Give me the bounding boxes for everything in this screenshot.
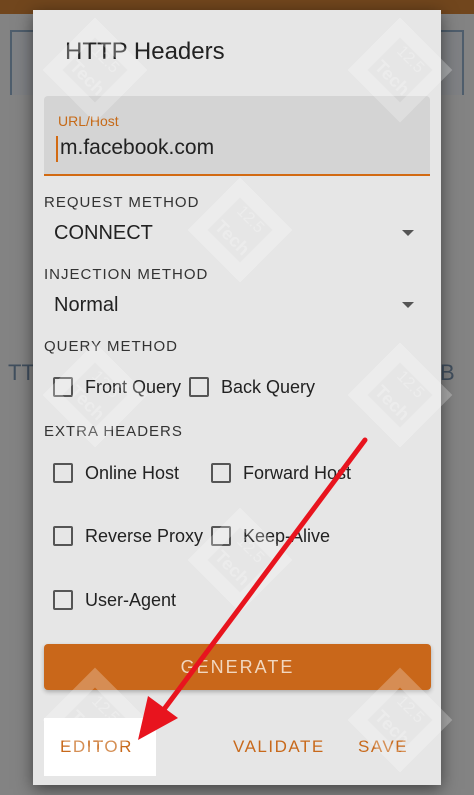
validate-button[interactable]: VALIDATE	[233, 737, 325, 757]
save-button[interactable]: SAVE	[358, 737, 408, 757]
dialog-title: HTTP Headers	[65, 38, 225, 65]
user-agent-checkbox[interactable]: User-Agent	[53, 585, 176, 615]
reverse-proxy-label: Reverse Proxy	[85, 525, 204, 546]
checkbox-box[interactable]	[211, 526, 231, 546]
online-host-label: Online Host	[85, 462, 180, 483]
generate-button[interactable]: GENERATE	[44, 644, 431, 690]
text-cursor	[56, 136, 58, 162]
checkbox-box[interactable]	[53, 526, 73, 546]
forward-host-label: Forward Host	[243, 462, 352, 483]
request-method-value: CONNECT	[54, 222, 153, 244]
dropdown-caret-icon	[402, 230, 414, 236]
http-headers-dialog: HTTP Headers URL/Host m.facebook.com REQ…	[33, 10, 441, 785]
front-query-checkbox[interactable]: Front Query	[53, 372, 181, 402]
request-method-select[interactable]: CONNECT	[44, 216, 414, 252]
injection-method-select[interactable]: Normal	[44, 288, 414, 324]
checkbox-box[interactable]	[211, 463, 231, 483]
injection-method-label: INJECTION METHOD	[44, 266, 209, 283]
extra-headers-label: EXTRA HEADERS	[44, 423, 183, 440]
online-host-checkbox[interactable]: Online Host	[53, 458, 179, 488]
checkbox-box[interactable]	[189, 377, 209, 397]
forward-host-checkbox[interactable]: Forward Host	[211, 458, 351, 488]
request-method-label: REQUEST METHOD	[44, 194, 200, 211]
checkbox-box[interactable]	[53, 377, 73, 397]
query-method-label: QUERY METHOD	[44, 338, 178, 355]
injection-method-value: Normal	[54, 294, 119, 316]
back-query-checkbox[interactable]: Back Query	[189, 372, 315, 402]
keep-alive-label: Keep-Alive	[243, 525, 331, 546]
back-query-label: Back Query	[221, 376, 316, 397]
url-host-input-value[interactable]: m.facebook.com	[60, 136, 214, 160]
url-host-label: URL/Host	[58, 113, 119, 129]
url-host-field[interactable]: URL/Host m.facebook.com	[44, 96, 430, 176]
front-query-label: Front Query	[85, 376, 182, 397]
dropdown-caret-icon	[402, 302, 414, 308]
user-agent-label: User-Agent	[85, 589, 177, 610]
checkbox-box[interactable]	[53, 590, 73, 610]
checkbox-box[interactable]	[53, 463, 73, 483]
reverse-proxy-checkbox[interactable]: Reverse Proxy	[53, 521, 203, 551]
editor-button[interactable]: EDITOR	[60, 737, 133, 757]
keep-alive-checkbox[interactable]: Keep-Alive	[211, 521, 330, 551]
